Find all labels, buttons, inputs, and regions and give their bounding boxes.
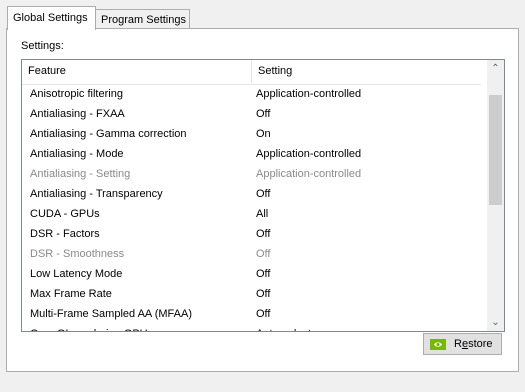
nvidia-logo-icon	[430, 338, 446, 350]
feature-cell: DSR - Factors	[30, 228, 100, 240]
restore-label: Restore	[454, 338, 493, 350]
setting-cell: Off	[256, 248, 271, 260]
table-row[interactable]: Anisotropic filtering Application-control…	[22, 84, 481, 104]
setting-cell: On	[256, 128, 271, 140]
scroll-up-icon[interactable]: ⌃	[487, 60, 504, 77]
list-rows: Anisotropic filtering Application-control…	[22, 84, 481, 331]
setting-cell: Auto-select	[256, 324, 311, 331]
feature-cell: Antialiasing - FXAA	[30, 108, 125, 120]
scroll-down-icon[interactable]: ⌄	[487, 314, 504, 331]
column-header-feature[interactable]: Feature	[22, 60, 250, 83]
setting-cell: Off	[256, 188, 271, 200]
feature-cell: Antialiasing - Gamma correction	[30, 128, 187, 140]
vertical-scrollbar[interactable]: ⌃ ⌄	[487, 60, 504, 331]
table-row[interactable]: Low Latency Mode Off	[22, 264, 481, 284]
feature-cell: Max Frame Rate	[30, 288, 112, 300]
setting-cell: Application-controlled	[256, 88, 362, 100]
setting-cell: Off	[256, 308, 271, 320]
feature-cell: Low Latency Mode	[30, 268, 123, 280]
table-row[interactable]: OpenGL rendering GPU Auto-select	[22, 324, 481, 331]
setting-cell: Off	[256, 268, 271, 280]
table-row[interactable]: DSR - Smoothness Off	[22, 244, 481, 264]
table-row[interactable]: Multi-Frame Sampled AA (MFAA) Off	[22, 304, 481, 324]
feature-cell: Antialiasing - Setting	[30, 168, 131, 180]
settings-list[interactable]: Feature Setting Anisotropic filtering App…	[21, 59, 505, 332]
scrollbar-thumb[interactable]	[489, 95, 502, 205]
table-row[interactable]: Max Frame Rate Off	[22, 284, 481, 304]
setting-cell: Application-controlled	[256, 148, 362, 160]
feature-cell: Antialiasing - Transparency	[30, 188, 163, 200]
feature-cell: OpenGL rendering GPU	[30, 324, 148, 331]
tab-program-settings[interactable]: Program Settings	[95, 9, 190, 28]
settings-label: Settings:	[21, 40, 64, 52]
table-row[interactable]: Antialiasing - Gamma correction On	[22, 124, 481, 144]
table-row[interactable]: CUDA - GPUs All	[22, 204, 481, 224]
feature-cell: DSR - Smoothness	[30, 248, 125, 260]
setting-cell: Off	[256, 108, 271, 120]
column-header-setting[interactable]: Setting	[251, 60, 487, 83]
feature-cell: Multi-Frame Sampled AA (MFAA)	[30, 308, 192, 320]
tab-global-settings[interactable]: Global Settings	[7, 6, 96, 30]
table-row[interactable]: DSR - Factors Off	[22, 224, 481, 244]
setting-cell: Off	[256, 228, 271, 240]
feature-cell: Antialiasing - Mode	[30, 148, 124, 160]
feature-cell: CUDA - GPUs	[30, 208, 100, 220]
setting-cell: All	[256, 208, 269, 220]
restore-button[interactable]: Restore	[423, 333, 502, 355]
feature-cell: Anisotropic filtering	[30, 88, 123, 100]
table-row[interactable]: Antialiasing - Transparency Off	[22, 184, 481, 204]
setting-cell: Application-controlled	[256, 168, 362, 180]
settings-panel: Settings: Feature Setting Anisotropic fi…	[6, 28, 519, 372]
table-row[interactable]: Antialiasing - Setting Application-contro…	[22, 164, 481, 184]
list-header: Feature Setting	[22, 60, 481, 85]
setting-cell: Off	[256, 288, 271, 300]
table-row[interactable]: Antialiasing - Mode Application-controlle…	[22, 144, 481, 164]
table-row[interactable]: Antialiasing - FXAA Off	[22, 104, 481, 124]
